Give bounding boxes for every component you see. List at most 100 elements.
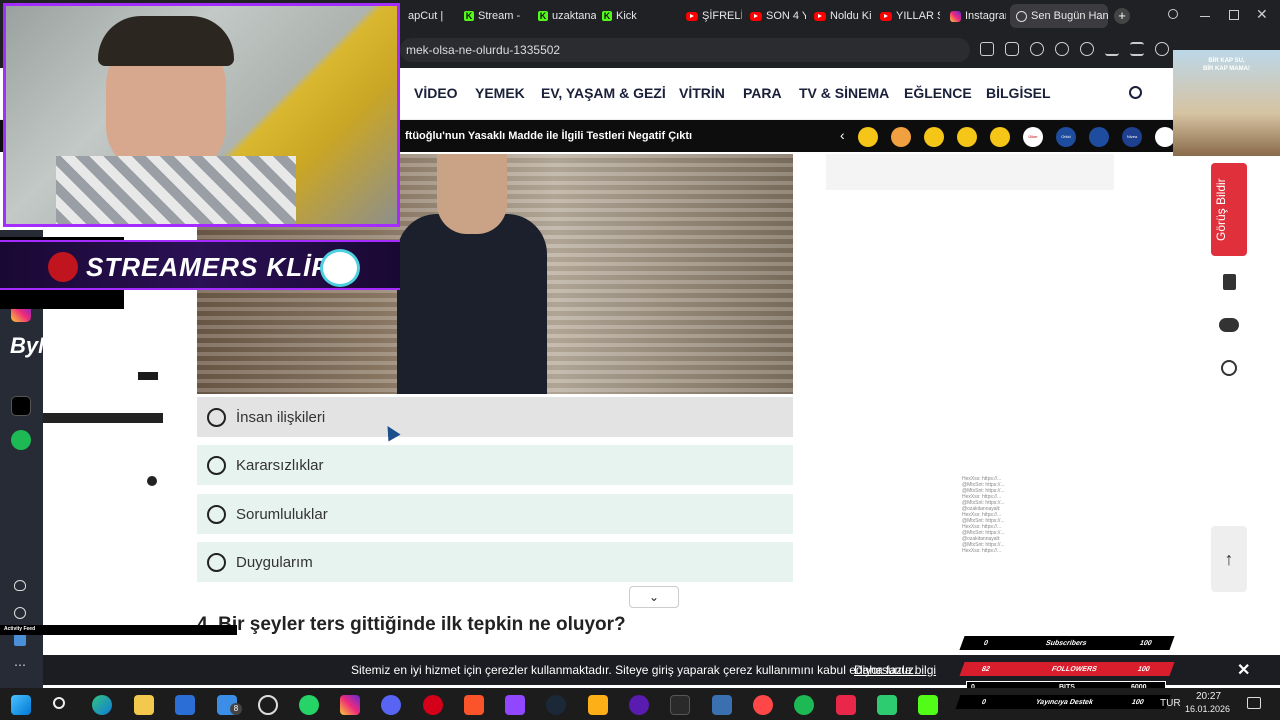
brand-badge-nivea[interactable]: Nivea bbox=[1122, 127, 1142, 147]
option-label: Duygularım bbox=[236, 553, 313, 571]
share-button[interactable] bbox=[1212, 351, 1246, 385]
close-window-icon[interactable]: ✕ bbox=[1256, 6, 1268, 23]
clock-time[interactable]: 20:27 bbox=[1196, 691, 1221, 702]
tab-youtube-2[interactable]: SON 4 Yı bbox=[744, 4, 806, 28]
activity-feed-label: Activity Feed bbox=[4, 626, 36, 632]
minimize-icon[interactable] bbox=[1200, 16, 1210, 17]
new-tab-button[interactable]: + bbox=[1114, 8, 1130, 24]
ticker-headline[interactable]: ftüoğlu'nun Yasaklı Madde ile İlgili Tes… bbox=[405, 130, 692, 142]
support-bar: 0 Yayıncıya Destek 100 bbox=[955, 695, 1171, 709]
camera-icon[interactable] bbox=[1005, 42, 1019, 56]
radio-icon bbox=[207, 455, 226, 475]
url-field[interactable]: mek-olsa-ne-olurdu-1335502 bbox=[400, 38, 970, 62]
youtube-icon bbox=[814, 11, 826, 21]
twitch-icon[interactable] bbox=[505, 695, 525, 715]
file-explorer-icon[interactable] bbox=[134, 695, 154, 715]
brand-badge-ulker[interactable]: Ülker bbox=[1023, 127, 1043, 147]
emoji-icon[interactable] bbox=[924, 127, 944, 147]
comment-icon bbox=[1219, 318, 1239, 332]
ea-icon[interactable] bbox=[753, 695, 773, 715]
emoji-icon[interactable] bbox=[957, 127, 977, 147]
nav-vitrin[interactable]: VİTRİN bbox=[679, 85, 725, 101]
favorite-icon[interactable] bbox=[1080, 42, 1094, 56]
snowflake-app-icon[interactable] bbox=[712, 695, 732, 715]
tab-label: Noldu Ki bbox=[830, 10, 872, 22]
app-green-icon[interactable] bbox=[877, 695, 897, 715]
start-icon[interactable] bbox=[11, 695, 31, 715]
shield-icon[interactable] bbox=[1030, 42, 1044, 56]
comment-button[interactable] bbox=[1212, 308, 1246, 342]
taskbar-search-icon[interactable] bbox=[53, 697, 65, 709]
address-bar-row: mek-olsa-ne-olurdu-1335502 bbox=[400, 32, 1280, 68]
tab-youtube-3[interactable]: Noldu Ki bbox=[808, 4, 872, 28]
quiz-option-1[interactable]: İnsan ilişkileri bbox=[197, 397, 793, 437]
quiz-option-3[interactable]: Sorumluluklar bbox=[197, 494, 793, 534]
tab-youtube-1[interactable]: ŞİFRELİ 5 bbox=[680, 4, 742, 28]
tab-kick-stream[interactable]: K Stream - bbox=[458, 4, 530, 28]
edge-icon[interactable] bbox=[92, 695, 112, 715]
nav-ev-yasam[interactable]: EV, YAŞAM & GEZİ bbox=[541, 85, 666, 101]
nav-bilgisel[interactable]: BİLGİSEL bbox=[986, 85, 1051, 101]
emoji-icon[interactable] bbox=[891, 127, 911, 147]
ad-image[interactable]: BİR KAP SU, BİR KAP MAMA! bbox=[1173, 50, 1280, 156]
spotify-app-icon[interactable] bbox=[794, 695, 814, 715]
chevron-left-icon[interactable]: ‹ bbox=[840, 127, 845, 143]
brand-badge-orkid[interactable]: Orkid bbox=[1056, 127, 1076, 147]
cookie-close-icon[interactable]: ✕ bbox=[1237, 660, 1250, 680]
nav-eglence[interactable]: EĞLENCE bbox=[904, 85, 972, 101]
nav-tv-sinema[interactable]: TV & SİNEMA bbox=[799, 85, 889, 101]
profile-icon[interactable] bbox=[1155, 42, 1169, 56]
emoji-icon[interactable] bbox=[858, 127, 878, 147]
brand-badge-plus[interactable] bbox=[1155, 127, 1175, 147]
menu-icon[interactable] bbox=[1130, 42, 1144, 56]
subscribers-bar: 0 Subscribers 100 bbox=[959, 636, 1175, 650]
dollar-badge-icon[interactable] bbox=[1089, 127, 1109, 147]
rockstar-icon[interactable] bbox=[588, 695, 608, 715]
store-icon[interactable] bbox=[175, 695, 195, 715]
opera-icon[interactable] bbox=[423, 695, 443, 715]
tab-active[interactable]: Sen Bugün Hang bbox=[1010, 4, 1108, 28]
nav-yemek[interactable]: YEMEK bbox=[475, 85, 525, 101]
brave-icon[interactable] bbox=[464, 695, 484, 715]
notification-icon[interactable] bbox=[1247, 697, 1261, 709]
instagram-app-icon[interactable] bbox=[340, 695, 360, 715]
obs-icon[interactable] bbox=[629, 695, 649, 715]
discord-icon[interactable] bbox=[381, 695, 401, 715]
download-icon[interactable] bbox=[1105, 42, 1119, 56]
whatsapp-icon[interactable] bbox=[299, 695, 319, 715]
streamer-hoodie bbox=[56, 156, 296, 224]
play-icon[interactable] bbox=[1055, 42, 1069, 56]
nav-video[interactable]: VİDEO bbox=[414, 85, 458, 101]
tab-youtube-4[interactable]: YILLAR S bbox=[874, 4, 940, 28]
option-label: İnsan ilişkileri bbox=[236, 408, 326, 426]
gauge-icon[interactable] bbox=[258, 695, 278, 715]
search-icon[interactable] bbox=[1129, 86, 1142, 99]
tab-capcut[interactable]: apCut | bbox=[402, 4, 454, 28]
activity-feed-bar: Activity Feed bbox=[0, 625, 237, 635]
emoji-icon[interactable] bbox=[990, 127, 1010, 147]
edit-icon[interactable] bbox=[980, 42, 994, 56]
cookie-more-link[interactable]: Daha fazla bilgi bbox=[854, 663, 936, 677]
bookmark-button[interactable] bbox=[1212, 265, 1246, 299]
search-tabs-icon[interactable] bbox=[1168, 9, 1178, 19]
maximize-icon[interactable] bbox=[1229, 10, 1239, 20]
tab-label: Instagran bbox=[965, 10, 1006, 22]
epic-games-icon[interactable] bbox=[670, 695, 690, 715]
clock-date[interactable]: 16.01.2026 bbox=[1185, 704, 1230, 714]
nav-para[interactable]: PARA bbox=[743, 85, 782, 101]
tab-label: Kick bbox=[616, 10, 637, 22]
app-red-icon[interactable] bbox=[836, 695, 856, 715]
kick-app-icon[interactable] bbox=[918, 695, 938, 715]
feedback-button[interactable]: Görüş Bildir bbox=[1211, 163, 1247, 256]
steam-icon[interactable] bbox=[546, 695, 566, 715]
tab-label: apCut | bbox=[408, 10, 444, 22]
quiz-option-2[interactable]: Kararsızlıklar bbox=[197, 445, 793, 485]
language-indicator[interactable]: TUR bbox=[1160, 698, 1181, 709]
tab-kick-uzaktana[interactable]: Kuzaktana bbox=[532, 4, 596, 28]
tab-instagram[interactable]: Instagran bbox=[944, 4, 1006, 28]
youtube-icon bbox=[686, 11, 698, 21]
expand-chevron-icon[interactable]: ⌄ bbox=[629, 586, 679, 608]
quiz-option-4[interactable]: Duygularım bbox=[197, 542, 793, 582]
scroll-top-button[interactable]: ↑ bbox=[1211, 526, 1247, 592]
tab-kick[interactable]: K Kick bbox=[596, 4, 662, 28]
